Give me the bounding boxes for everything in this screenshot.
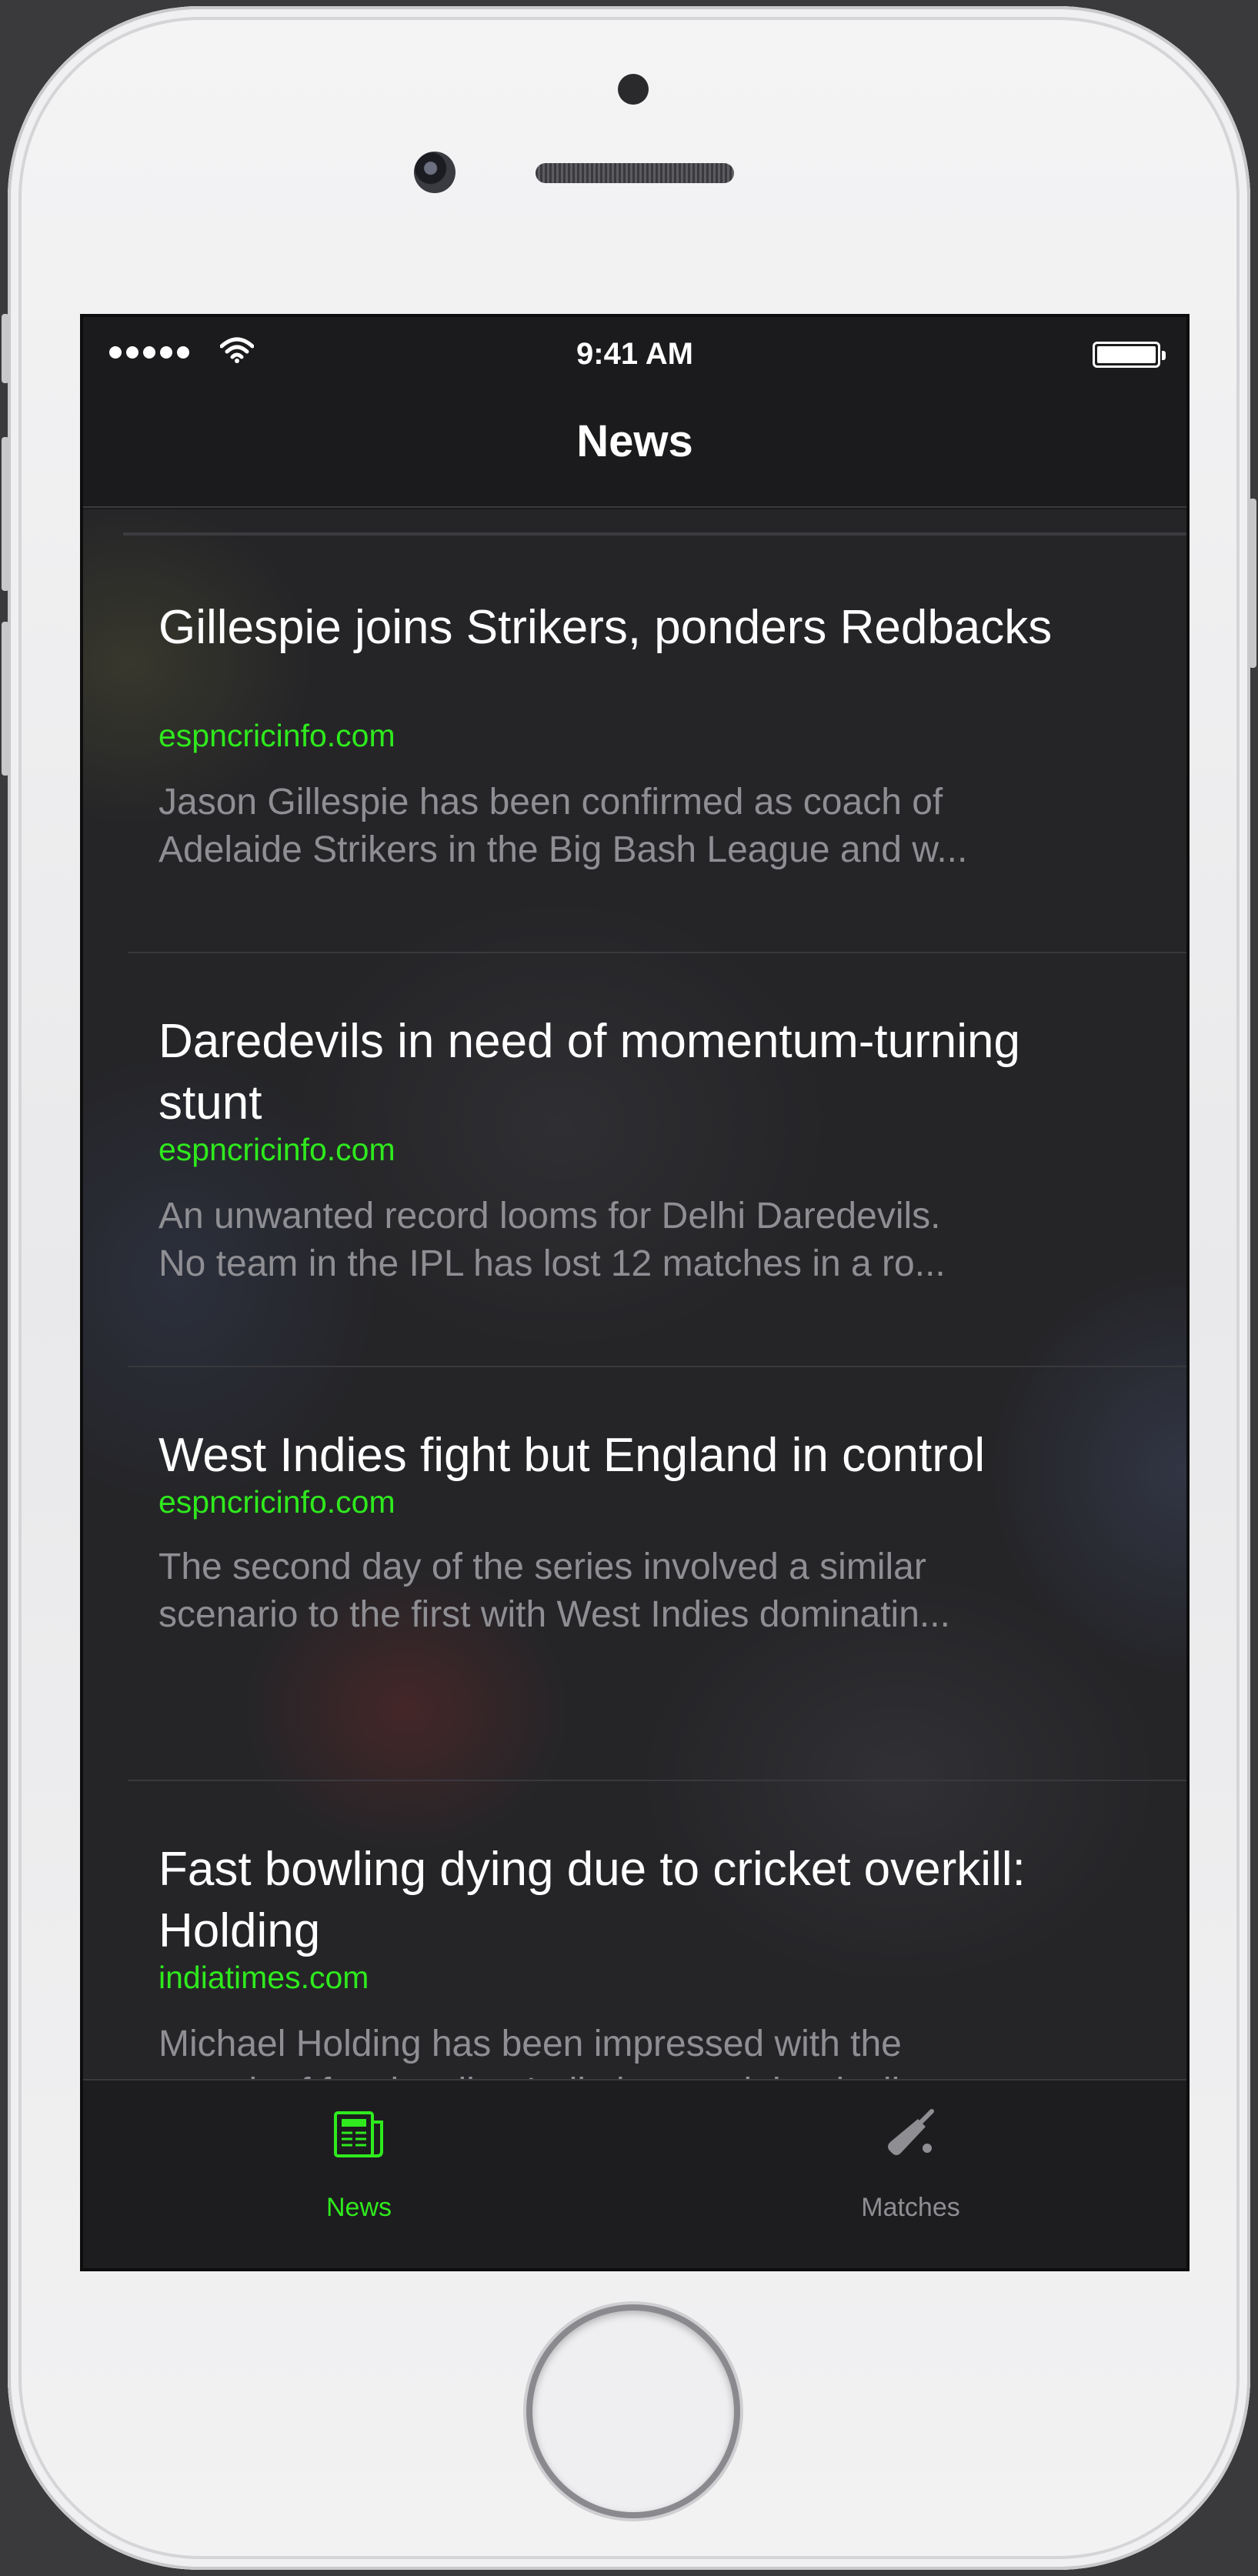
nav-divider	[83, 506, 1186, 508]
item-divider	[128, 1366, 1186, 1367]
list-top-divider	[123, 532, 1186, 536]
volume-up-button	[2, 437, 9, 591]
news-description-line: No team in the IPL has lost 12 matches i…	[159, 1243, 946, 1284]
home-button[interactable]	[532, 2311, 734, 2512]
news-title: Daredevils in need of momentum-turning s…	[159, 1015, 1020, 1130]
news-title: Fast bowling dying due to cricket overki…	[159, 1843, 1026, 1957]
news-description-line: Michael Holding has been impressed with …	[159, 2024, 902, 2064]
news-item[interactable]: Gillespie joins Strikers, ponders Redbac…	[83, 540, 1186, 953]
news-title: West Indies fight but England in control	[159, 1429, 986, 1482]
news-item[interactable]: Daredevils in need of momentum-turning s…	[83, 954, 1186, 1367]
news-source[interactable]: espncricinfo.com	[159, 716, 395, 756]
cricket-bat-icon	[884, 2108, 938, 2163]
news-description: Michael Holding has been impressed with …	[159, 2020, 1159, 2079]
item-divider	[128, 1780, 1186, 1781]
news-description-line: An unwanted record looms for Delhi Dared…	[159, 1196, 941, 1236]
front-camera-icon	[414, 152, 455, 193]
news-item[interactable]: Fast bowling dying due to cricket overki…	[83, 1782, 1186, 2079]
news-list[interactable]: Gillespie joins Strikers, ponders Redbac…	[83, 509, 1186, 2079]
screen: 9:41 AM News Gillespie joins Strikers, p…	[80, 314, 1190, 2271]
news-description: The second day of the series involved a …	[159, 1543, 1159, 1639]
proximity-sensor	[618, 74, 649, 105]
news-item[interactable]: West Indies fight but England in control…	[83, 1368, 1186, 1781]
tab-news[interactable]: News	[83, 2080, 635, 2268]
news-description: Jason Gillespie has been confirmed as co…	[159, 779, 1159, 874]
tab-matches-label: Matches	[861, 2193, 960, 2222]
silent-switch	[2, 314, 9, 383]
news-description-line: growth of fast bowling India but rued th…	[159, 2068, 1159, 2079]
news-source[interactable]: espncricinfo.com	[159, 1482, 395, 1522]
item-divider	[128, 952, 1186, 953]
phone-frame: 9:41 AM News Gillespie joins Strikers, p…	[2, 6, 1256, 2570]
status-bar: 9:41 AM	[83, 317, 1186, 379]
tab-news-label: News	[325, 2193, 392, 2222]
volume-down-button	[2, 622, 9, 776]
newspaper-icon	[332, 2108, 386, 2163]
navigation-bar: News	[83, 379, 1186, 509]
news-source[interactable]: espncricinfo.com	[159, 1130, 395, 1170]
news-title: Gillespie joins Strikers, ponders Redbac…	[159, 601, 1053, 654]
power-button	[1249, 499, 1256, 668]
earpiece-speaker	[536, 163, 734, 183]
news-description-line: scenario to the first with West Indies d…	[159, 1594, 950, 1635]
tab-bar: News Matches	[83, 2079, 1186, 2268]
page-title: News	[576, 416, 693, 466]
news-description: An unwanted record looms for Delhi Dared…	[159, 1193, 1159, 1288]
news-description-line: Jason Gillespie has been confirmed as co…	[159, 782, 943, 823]
status-time: 9:41 AM	[576, 337, 693, 371]
news-description-line: Adelaide Strikers in the Big Bash League…	[159, 829, 968, 870]
battery-icon	[1093, 342, 1166, 368]
tab-matches[interactable]: Matches	[635, 2080, 1186, 2268]
news-source[interactable]: indiatimes.com	[159, 1957, 369, 1997]
news-description-line: The second day of the series involved a …	[159, 1547, 926, 1587]
